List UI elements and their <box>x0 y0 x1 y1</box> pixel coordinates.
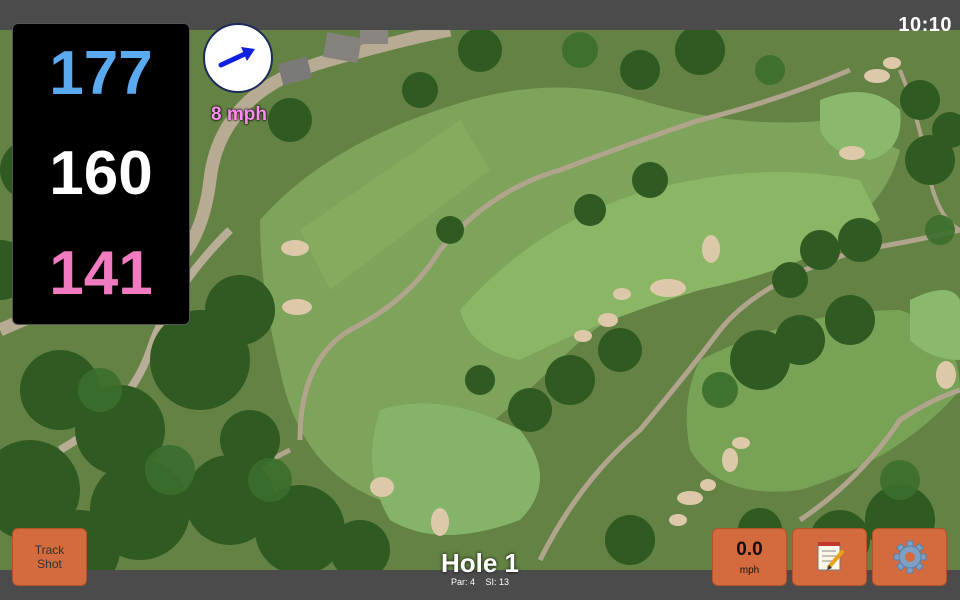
bunker <box>864 69 890 83</box>
wind-direction-dial <box>203 23 273 93</box>
wind-speed-label: 8 mph <box>211 104 267 125</box>
bunker <box>613 288 631 300</box>
bunker <box>700 479 716 491</box>
track-shot-label-line1: Track <box>34 542 65 557</box>
bunker <box>839 146 865 160</box>
bunker <box>883 57 901 69</box>
yardage-panel: 177 160 141 <box>12 23 190 325</box>
gear-icon <box>893 540 926 574</box>
track-shot-button[interactable]: Track Shot <box>12 528 87 586</box>
notes-button[interactable] <box>792 528 867 586</box>
middle-yardage: 160 <box>49 139 153 208</box>
wind-speed-unit: mph <box>739 564 760 576</box>
par-label: Par: 4 <box>450 577 475 587</box>
notepad-icon <box>817 542 844 571</box>
front-yardage: 141 <box>49 239 153 308</box>
bunker <box>650 279 686 297</box>
bunker <box>598 313 618 327</box>
bunker <box>282 299 312 315</box>
arrow-icon <box>218 47 255 68</box>
bunker <box>431 508 449 536</box>
track-shot-label-line2: Shot <box>37 557 62 571</box>
wind-speed-button[interactable]: 0.0 mph <box>712 528 787 586</box>
bunker <box>677 491 703 505</box>
hole-title: Hole 1 <box>440 548 520 578</box>
bunker <box>574 330 592 342</box>
wind-speed-value: 0.0 <box>736 538 763 560</box>
bunker <box>669 514 687 526</box>
back-yardage: 177 <box>49 39 153 108</box>
bunker <box>722 448 738 472</box>
bunker <box>732 437 750 449</box>
bunker <box>936 361 956 389</box>
bunker <box>702 235 720 263</box>
clock: 10:10 <box>898 14 952 36</box>
stroke-index-label: SI: 13 <box>485 577 510 587</box>
bunker <box>370 477 394 497</box>
bunker <box>281 240 309 256</box>
hole-info: Par: 4 SI: 13 <box>380 577 580 587</box>
settings-button[interactable] <box>872 528 947 586</box>
